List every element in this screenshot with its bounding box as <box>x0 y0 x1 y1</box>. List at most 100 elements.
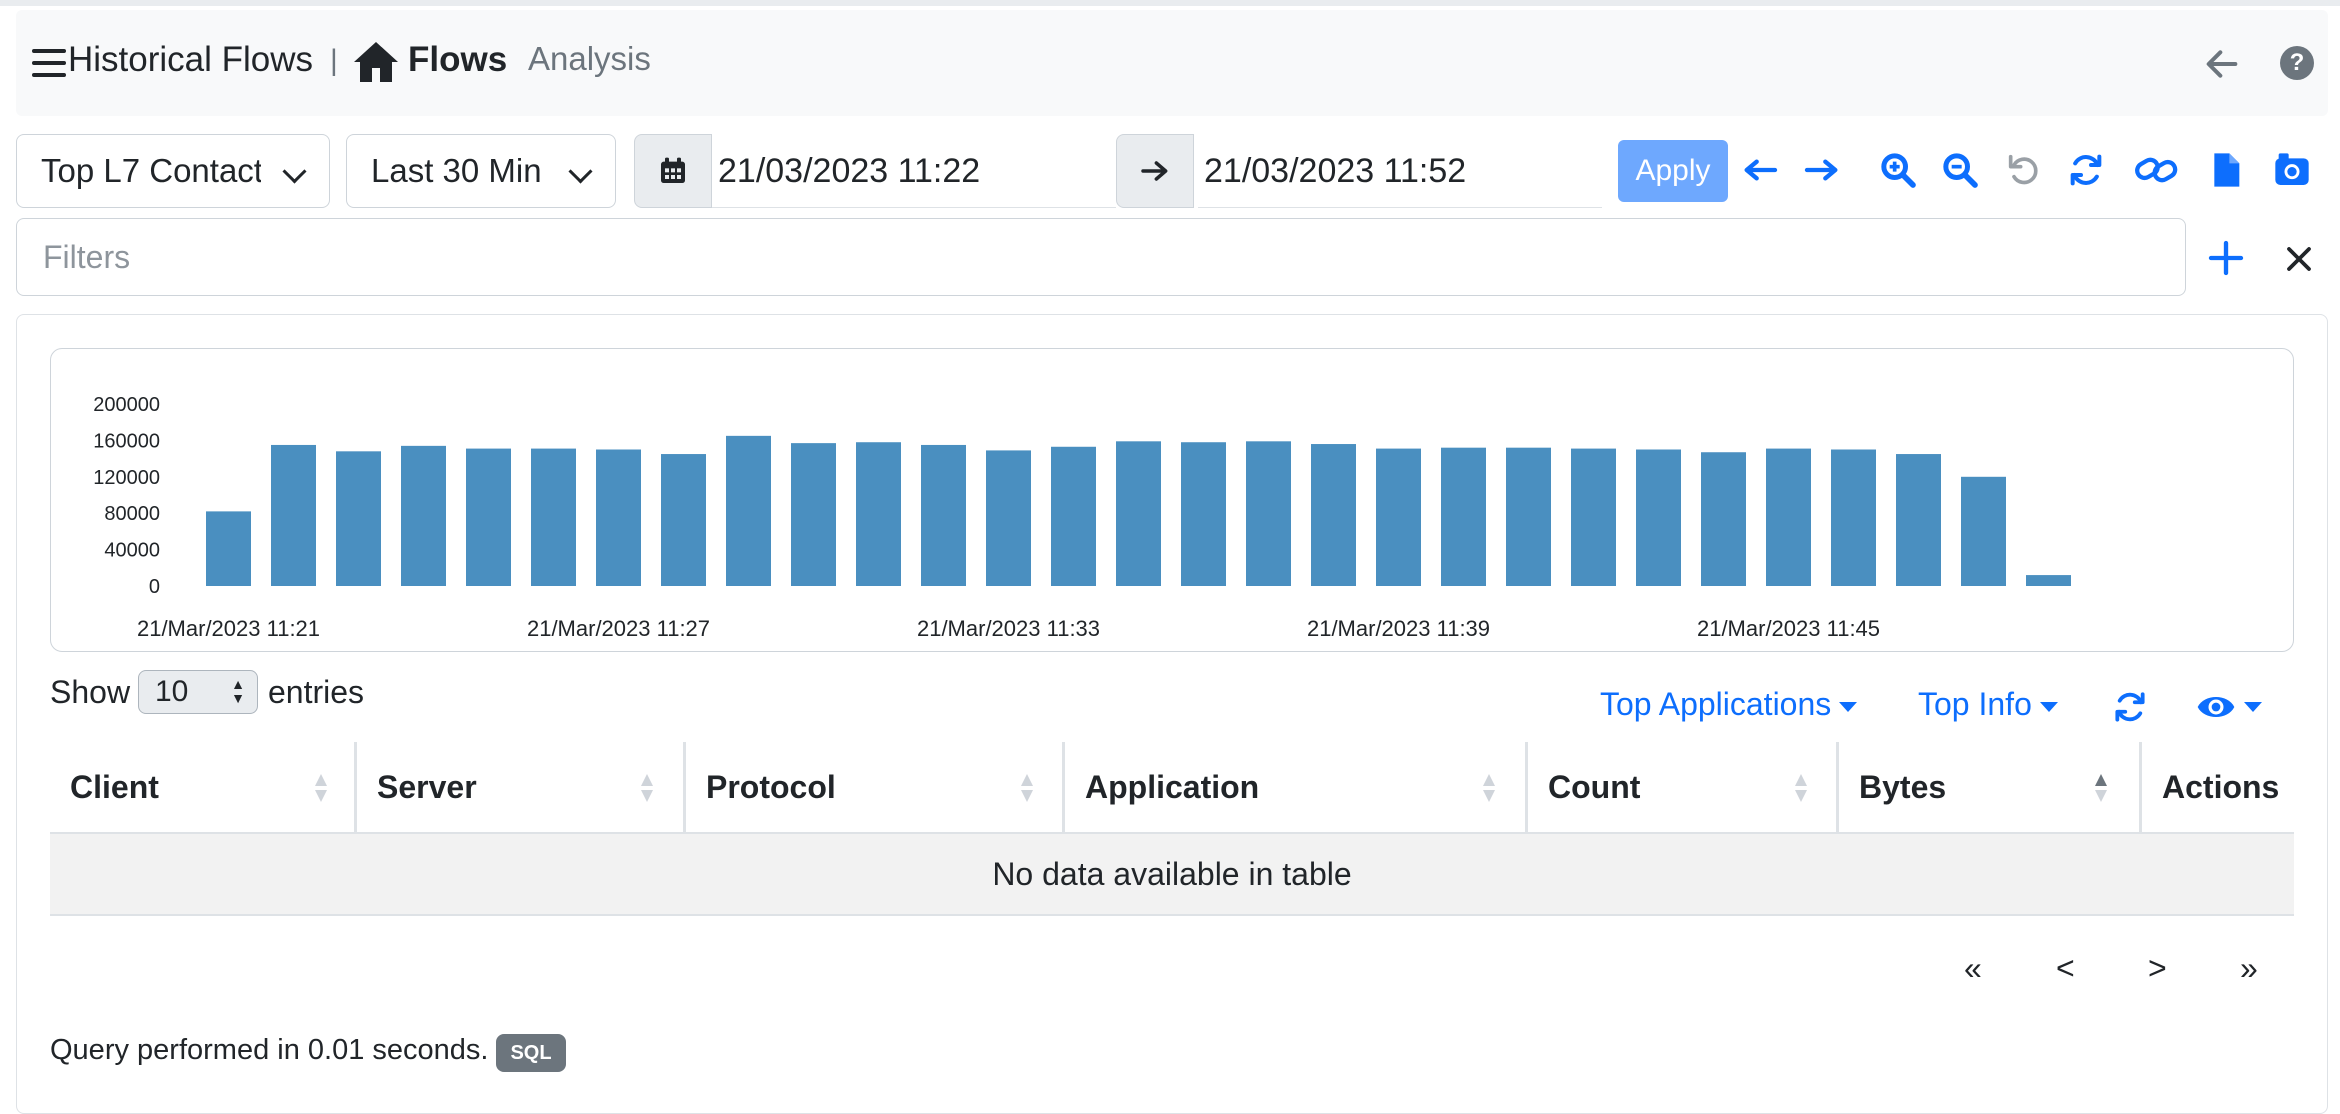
chart-bar[interactable] <box>1376 448 1421 586</box>
entries-select[interactable]: 10 ▲ ▼ <box>138 670 258 714</box>
hamburger-menu-icon[interactable] <box>32 49 66 77</box>
view-select[interactable]: Top L7 Contacts <box>16 134 330 208</box>
zoom-in-icon[interactable] <box>1878 150 1918 190</box>
refresh-icon[interactable] <box>2110 688 2150 726</box>
chart-bar[interactable] <box>1051 446 1096 586</box>
chart-bar[interactable] <box>1116 441 1161 586</box>
zoom-out-icon[interactable] <box>1940 150 1980 190</box>
range-select[interactable]: Last 30 Min <box>346 134 616 208</box>
chart-bar[interactable] <box>856 442 901 586</box>
arrow-right-icon[interactable] <box>1802 150 1842 190</box>
y-tick-label: 40000 <box>104 540 160 562</box>
x-tick-label: 21/Mar/2023 11:27 <box>527 616 710 641</box>
column-header-application[interactable]: Application <box>1065 742 1525 832</box>
chart-bar[interactable] <box>2026 575 2071 586</box>
plus-icon[interactable] <box>2206 238 2246 278</box>
column-header-label: Actions <box>2162 769 2280 805</box>
column-header-count[interactable]: Count <box>1528 742 1836 832</box>
column-visibility-dropdown[interactable] <box>2196 690 2262 724</box>
chart-bar[interactable] <box>1441 447 1486 586</box>
column-header-client[interactable]: Client <box>50 742 354 832</box>
sort-icon <box>1795 774 1807 802</box>
pagination-next[interactable]: > <box>2148 950 2167 987</box>
sort-icon <box>315 774 327 802</box>
top-applications-label: Top Applications <box>1600 686 1832 722</box>
x-tick-label: 21/Mar/2023 11:21 <box>137 616 320 641</box>
calendar-addon[interactable] <box>634 134 712 208</box>
sort-icon <box>1021 774 1033 802</box>
top-info-dropdown[interactable]: Top Info <box>1918 686 2058 723</box>
chart-bar[interactable] <box>1896 454 1941 586</box>
apply-button[interactable]: Apply <box>1618 140 1728 202</box>
arrow-right-addon <box>1116 134 1194 208</box>
sort-icon <box>1483 774 1495 802</box>
chart-bar[interactable] <box>726 435 771 586</box>
chart-bar[interactable] <box>1831 449 1876 587</box>
calendar-icon <box>661 157 685 183</box>
close-icon[interactable] <box>2284 244 2314 274</box>
column-header-server[interactable]: Server <box>357 742 683 832</box>
column-header-label: Client <box>70 769 159 805</box>
top-applications-dropdown[interactable]: Top Applications <box>1600 686 1858 723</box>
filters-input[interactable]: Filters <box>16 218 2186 296</box>
file-icon[interactable] <box>2206 150 2246 190</box>
title-separator: | <box>330 44 338 77</box>
y-tick-label: 0 <box>149 576 160 598</box>
chart-bar[interactable] <box>1766 448 1811 586</box>
chart-bar[interactable] <box>466 448 511 586</box>
end-date-input[interactable]: 21/03/2023 11:52 <box>1198 134 1602 208</box>
camera-icon[interactable] <box>2272 150 2312 190</box>
range-select-value: Last 30 Min <box>371 152 542 189</box>
select-arrows-icon: ▲ ▼ <box>231 676 245 706</box>
chart-bar[interactable] <box>986 450 1031 586</box>
undo-icon[interactable] <box>2004 150 2044 190</box>
help-icon[interactable]: ? <box>2280 46 2314 80</box>
begin-date-input[interactable]: 21/03/2023 11:22 <box>712 134 1116 208</box>
sort-icon <box>641 774 653 802</box>
refresh-icon[interactable] <box>2066 150 2106 190</box>
x-tick-label: 21/Mar/2023 11:33 <box>917 616 1100 641</box>
sql-badge[interactable]: SQL <box>496 1034 566 1072</box>
y-tick-label: 160000 <box>93 430 160 452</box>
chart-bar[interactable] <box>401 445 446 586</box>
link-icon[interactable] <box>2134 150 2180 190</box>
arrow-right-icon <box>1141 161 1168 181</box>
chart-bar[interactable] <box>1636 449 1681 587</box>
chart-bar[interactable] <box>1961 476 2006 586</box>
arrow-left-icon[interactable] <box>1740 150 1780 190</box>
breadcrumb-flows[interactable]: Flows <box>408 40 507 80</box>
traffic-bar-chart: 0 40000 80000 120000 160000 200000 21/Mar/2023… <box>93 394 2071 641</box>
pagination-last[interactable]: » <box>2240 950 2258 987</box>
chart-bar[interactable] <box>1506 447 1551 586</box>
entries-label: entries <box>268 674 365 710</box>
chart-bar[interactable] <box>206 511 251 586</box>
chart-bar[interactable] <box>531 448 576 586</box>
chart-bar[interactable] <box>1311 444 1356 586</box>
chevron-down-icon <box>282 159 307 184</box>
arrow-left-icon[interactable] <box>2202 44 2242 84</box>
caret-down-icon <box>1839 701 1858 712</box>
caret-down-icon <box>2244 702 2262 712</box>
y-tick-label: 120000 <box>93 467 160 489</box>
breadcrumb-analysis[interactable]: Analysis <box>528 40 651 78</box>
home-icon[interactable] <box>352 38 400 86</box>
chart-bar[interactable] <box>1246 441 1291 586</box>
chart-bar[interactable] <box>336 451 381 586</box>
x-tick-label: 21/Mar/2023 11:45 <box>1697 616 1880 641</box>
pagination-prev[interactable]: < <box>2056 950 2075 987</box>
column-header-label: Server <box>377 769 477 805</box>
chevron-down-icon <box>568 159 593 184</box>
y-tick-label: 200000 <box>93 394 160 416</box>
chart-bar[interactable] <box>271 444 316 586</box>
top-border <box>0 0 2340 6</box>
pagination-first[interactable]: « <box>1964 950 1982 987</box>
chart-bar[interactable] <box>1571 448 1616 586</box>
column-header-protocol[interactable]: Protocol <box>686 742 1062 832</box>
chart-bar[interactable] <box>1701 452 1746 586</box>
chart-bar[interactable] <box>661 454 706 586</box>
chart-bar[interactable] <box>1181 442 1226 586</box>
chart-bar[interactable] <box>791 443 836 586</box>
caret-down-icon <box>2039 701 2058 712</box>
chart-bar[interactable] <box>921 444 966 586</box>
chart-bar[interactable] <box>596 449 641 587</box>
